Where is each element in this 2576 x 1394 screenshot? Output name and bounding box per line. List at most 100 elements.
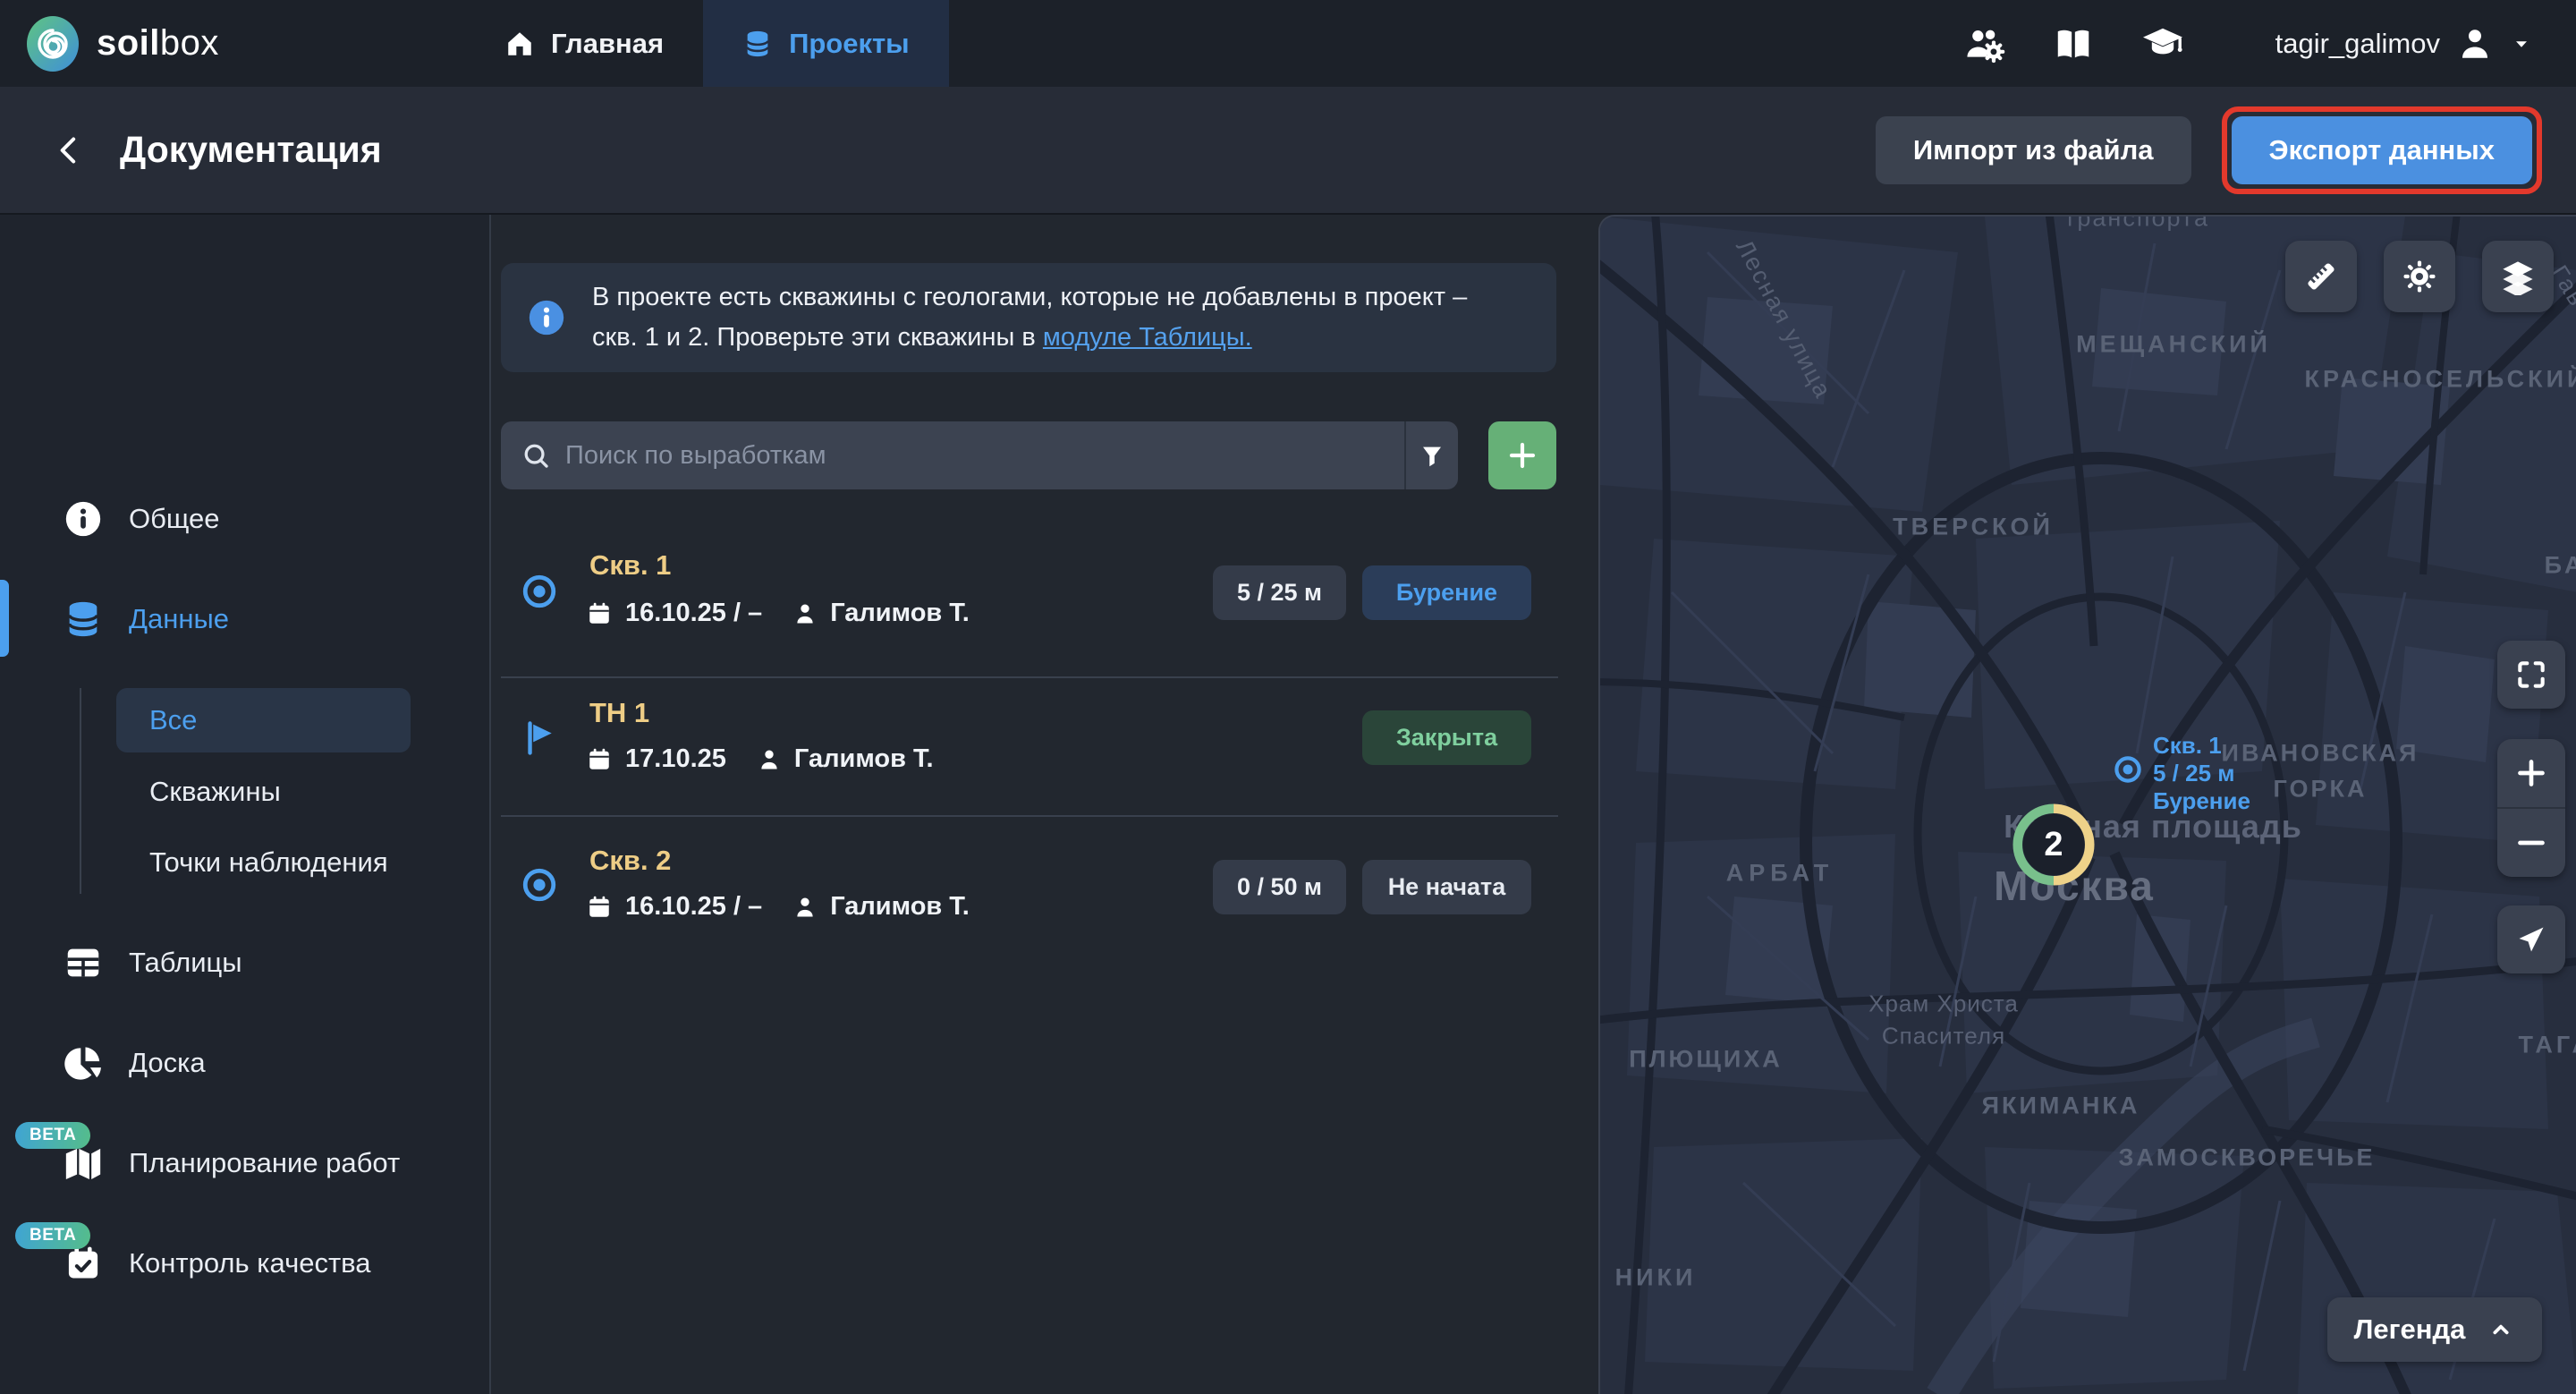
back-button[interactable] — [52, 132, 88, 168]
map-panel[interactable]: транспорта Лесная улица МЕЩАНСКИЙ Гав КР… — [1598, 215, 2576, 1394]
person-icon — [757, 747, 782, 772]
zoom-in-button[interactable] — [2497, 739, 2565, 807]
tab-home[interactable]: Главная — [465, 0, 703, 87]
sidebar-item-tables-label: Таблицы — [129, 947, 242, 979]
locate-button[interactable] — [2497, 905, 2565, 973]
measure-button[interactable] — [2285, 241, 2357, 312]
working-meta: 16.10.25 / – Галимов Т. — [586, 892, 970, 922]
marker-title: Скв. 1 — [2153, 732, 2250, 760]
search-input[interactable] — [565, 441, 1404, 471]
calendar-icon — [586, 746, 613, 773]
sidebar-item-data[interactable]: Данные — [63, 590, 229, 649]
map-label: ИВАНОВСКАЯ — [2222, 740, 2419, 768]
zoom-out-button[interactable] — [2497, 809, 2565, 877]
info-icon — [63, 498, 104, 540]
notice-line2: скв. 1 и 2. Проверьте эти скважины в — [592, 323, 1043, 352]
sidebar-item-quality-control-label: Контроль качества — [129, 1247, 371, 1279]
sidebar-subitem-observation-points[interactable]: Точки наблюдения — [149, 843, 388, 882]
sidebar-subtree-line — [80, 688, 81, 894]
user-menu[interactable]: tagir_galimov — [2275, 25, 2533, 63]
fullscreen-icon — [2514, 658, 2548, 692]
marker-status: Бурение — [2153, 787, 2250, 815]
legend-label: Легенда — [2354, 1313, 2466, 1346]
database-icon — [742, 29, 773, 59]
book-icon[interactable] — [2054, 24, 2093, 64]
sidebar-item-quality-control[interactable]: Контроль качества — [63, 1234, 371, 1293]
database-icon — [63, 599, 104, 640]
sidebar-subitem-wells[interactable]: Скважины — [149, 772, 281, 812]
marker-label: Скв. 1 5 / 25 м Бурение — [2153, 732, 2250, 815]
top-navbar: soilbox Главная Проекты — [0, 0, 2576, 87]
legend-button[interactable]: Легенда — [2327, 1297, 2542, 1362]
sidebar-item-board-label: Доска — [129, 1047, 206, 1079]
map-label: ТАГАН — [2519, 1032, 2576, 1059]
filter-button[interactable] — [1404, 421, 1458, 489]
brand-name: soilbox — [97, 23, 219, 64]
main-nav-tabs: Главная Проекты — [465, 0, 949, 87]
layers-button[interactable] — [2482, 241, 2554, 312]
sidebar-subitem-all-label: Все — [149, 704, 197, 736]
sidebar-item-work-planning[interactable]: Планирование работ — [63, 1134, 400, 1193]
page-header: Документация Импорт из файла Экспорт дан… — [0, 87, 2576, 215]
cluster-count: 2 — [2012, 803, 2095, 886]
map-label: ЗАМОСКВОРЕЧЬЕ — [2118, 1144, 2375, 1172]
sidebar-subitem-wells-label: Скважины — [149, 776, 281, 808]
map-label: КРАСНОСЕЛЬСКИЙ — [2305, 366, 2576, 394]
cluster-marker[interactable]: 2 — [2012, 803, 2095, 886]
import-from-file-button[interactable]: Импорт из файла — [1876, 116, 2191, 184]
sidebar-item-general[interactable]: Общее — [63, 489, 220, 548]
map-label: МЕЩАНСКИЙ — [2076, 331, 2271, 359]
graduation-cap-icon[interactable] — [2141, 22, 2184, 65]
person-icon — [792, 895, 818, 920]
chevron-up-icon — [2487, 1315, 2515, 1344]
sidebar-active-indicator — [0, 580, 9, 657]
depth-badge: 5 / 25 м — [1213, 565, 1346, 620]
map-label: Спасителя — [1882, 1023, 2005, 1050]
header-actions: Импорт из файла Экспорт данных — [1876, 106, 2542, 194]
users-settings-icon[interactable] — [1964, 23, 2005, 64]
notice-line1: В проекте есть скважины с геологами, кот… — [592, 283, 1467, 311]
soilbox-logo-icon — [27, 16, 79, 72]
borehole-icon — [520, 865, 559, 905]
working-title[interactable]: Скв. 1 — [589, 549, 671, 582]
fullscreen-button[interactable] — [2497, 641, 2565, 709]
person-icon — [792, 601, 818, 626]
notice-text: В проекте есть скважины с геологами, кот… — [592, 277, 1467, 358]
working-date: 17.10.25 — [625, 744, 726, 774]
sidebar: Общее Данные Все Скважины Точки наблюден… — [0, 215, 491, 1394]
tab-projects[interactable]: Проекты — [703, 0, 949, 87]
app-window: soilbox Главная Проекты — [0, 0, 2576, 1394]
working-title[interactable]: Скв. 2 — [589, 845, 671, 877]
minus-icon — [2513, 825, 2549, 861]
map-label: БАС — [2545, 552, 2576, 580]
username-label: tagir_galimov — [2275, 28, 2440, 60]
map-label: ПЛЮЩИХА — [1629, 1046, 1783, 1074]
tables-module-link[interactable]: модуле Таблицы. — [1043, 323, 1252, 352]
sidebar-item-general-label: Общее — [129, 503, 220, 535]
map-label: транспорта — [2064, 215, 2209, 233]
working-date: 16.10.25 / – — [625, 599, 762, 628]
export-data-button[interactable]: Экспорт данных — [2232, 116, 2532, 184]
marker-depth: 5 / 25 м — [2153, 760, 2250, 787]
export-highlight-annotation: Экспорт данных — [2222, 106, 2542, 194]
info-icon — [526, 297, 567, 338]
ruler-icon — [2302, 258, 2340, 295]
borehole-icon — [520, 572, 559, 611]
search-bar — [501, 421, 1458, 489]
brand[interactable]: soilbox — [27, 16, 295, 72]
project-notice-banner: В проекте есть скважины с геологами, кот… — [501, 263, 1556, 372]
map-settings-button[interactable] — [2384, 241, 2455, 312]
sidebar-subitem-all[interactable]: Все — [116, 688, 411, 752]
sidebar-item-board[interactable]: Доска — [63, 1033, 206, 1092]
home-icon — [504, 29, 535, 59]
plus-icon — [2513, 755, 2549, 791]
sidebar-item-tables[interactable]: Таблицы — [63, 933, 242, 992]
sidebar-item-work-planning-label: Планирование работ — [129, 1147, 400, 1179]
borehole-map-marker[interactable] — [2112, 753, 2144, 786]
add-working-button[interactable] — [1488, 421, 1556, 489]
status-badge: Бурение — [1362, 565, 1531, 620]
map-label: Храм Христа — [1868, 990, 2019, 1018]
tab-projects-label: Проекты — [789, 28, 910, 60]
working-title[interactable]: ТН 1 — [589, 697, 649, 729]
calendar-icon — [586, 894, 613, 921]
